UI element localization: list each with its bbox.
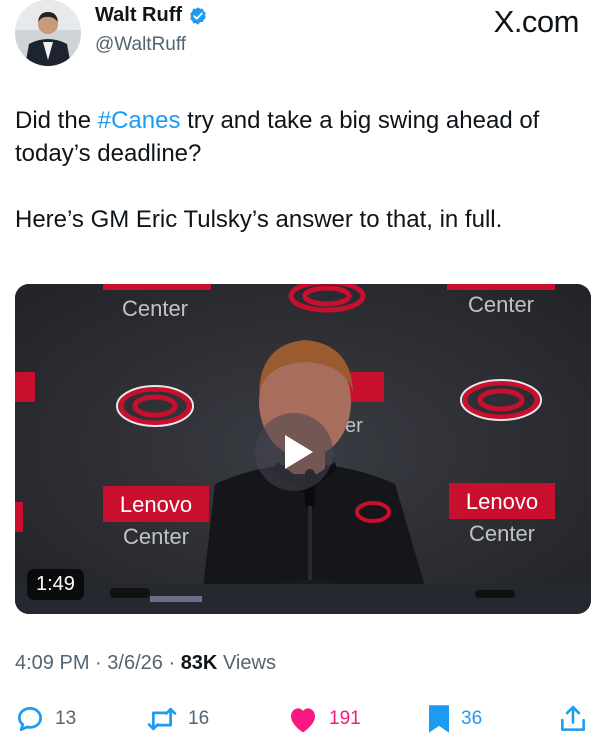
tweet-meta: 4:09 PM · 3/6/26 · 83K Views xyxy=(15,652,276,675)
repost-button[interactable]: 16 xyxy=(146,704,209,734)
banner-text-4: Center xyxy=(123,524,189,549)
views-label: Views xyxy=(222,652,276,674)
reply-count: 13 xyxy=(55,708,77,729)
banner-text-5: Lenovo xyxy=(466,489,538,514)
verified-badge-icon xyxy=(190,6,206,25)
repost-icon xyxy=(147,707,177,731)
bookmark-count: 36 xyxy=(461,708,483,729)
meta-separator: · xyxy=(168,652,176,674)
tweet-line-2: Here’s GM Eric Tulsky’s answer to that, … xyxy=(15,206,503,233)
like-button[interactable]: 191 xyxy=(287,704,361,734)
author-name-row[interactable]: Walt Ruff xyxy=(95,4,208,27)
video-duration-badge: 1:49 xyxy=(27,569,84,600)
tweet-text-part: Did the xyxy=(15,107,98,134)
tweet-time[interactable]: 4:09 PM xyxy=(15,652,89,674)
share-icon xyxy=(561,705,585,731)
hashtag-link[interactable]: #Canes xyxy=(98,107,181,134)
tweet-line-1: Did the #Canes try and take a big swing … xyxy=(15,104,585,170)
brand-logo: X.com xyxy=(493,4,580,39)
author-handle[interactable]: @WaltRuff xyxy=(95,34,186,56)
reply-icon xyxy=(18,707,42,731)
author-display-name[interactable]: Walt Ruff xyxy=(95,4,182,27)
like-count: 191 xyxy=(329,708,361,729)
banner-text-6: Center xyxy=(469,521,535,546)
views-count: 83K xyxy=(180,652,218,674)
tweet-text: Did the #Canes try and take a big swing … xyxy=(15,104,585,236)
meta-separator: · xyxy=(95,652,102,674)
banner-text-1: Center xyxy=(122,296,188,321)
heart-icon xyxy=(291,708,315,733)
avatar[interactable] xyxy=(15,0,81,66)
reply-button[interactable]: 13 xyxy=(15,704,76,734)
bookmark-button[interactable]: 36 xyxy=(427,704,482,734)
banner-text-2: Center xyxy=(468,292,534,317)
play-button[interactable] xyxy=(255,413,333,491)
tweet-date[interactable]: 3/6/26 xyxy=(107,652,163,674)
banner-text-3: Lenovo xyxy=(120,492,192,517)
repost-count: 16 xyxy=(188,708,210,729)
share-button[interactable] xyxy=(560,704,586,734)
play-icon xyxy=(285,435,313,469)
bookmark-icon xyxy=(429,705,449,733)
